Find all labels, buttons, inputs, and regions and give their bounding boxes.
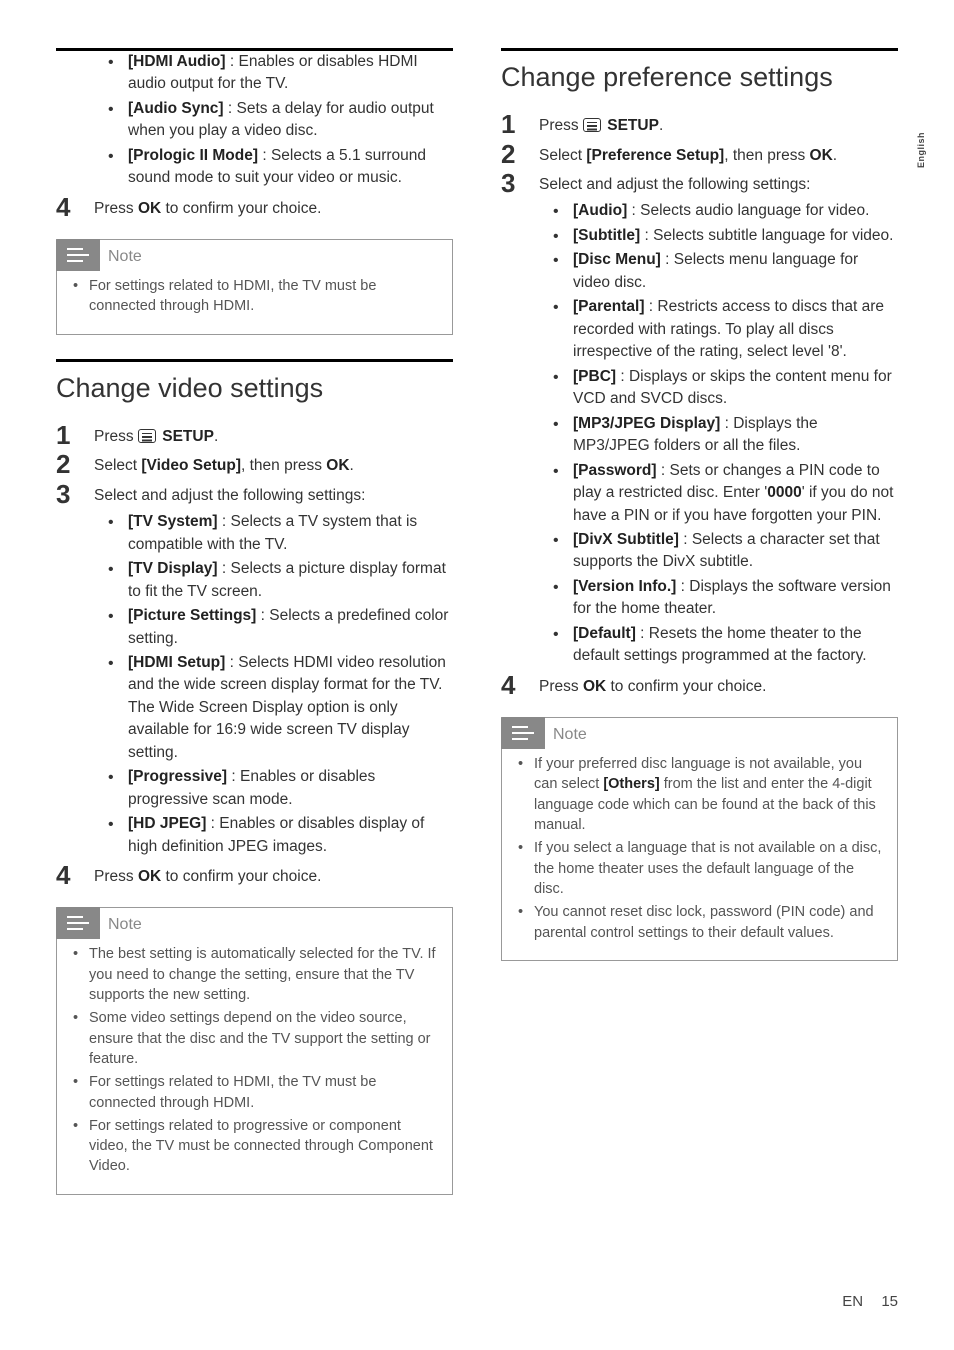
step: 3 Select and adjust the following settin… [56,481,453,861]
note-item: For settings related to HDMI, the TV mus… [71,1072,438,1113]
right-column: Change preference settings 1 Press SETUP… [501,48,898,1205]
content-columns: [HDMI Audio] : Enables or disables HDMI … [56,48,898,1205]
list-item: [Audio] : Selects audio language for vid… [539,200,898,222]
note-box-preference: Note If your preferred disc language is … [501,717,898,961]
step: 4 Press OK to confirm your choice. [56,194,453,221]
step-body: Press OK to confirm your choice. [94,862,453,888]
note-header: Note [501,717,587,749]
video-setting-bullets: [TV System] : Selects a TV system that i… [94,511,453,858]
preference-steps: 1 Press SETUP. 2 Select [Preference Setu… [501,111,898,699]
step: 2 Select [Video Setup], then press OK. [56,451,453,478]
heading-change-video-settings: Change video settings [56,359,453,404]
list-item: [DivX Subtitle] : Selects a character se… [539,529,898,574]
note-header: Note [56,239,142,271]
page-footer: EN 15 [842,1293,898,1310]
note-label: Note [553,720,587,746]
step-number: 4 [56,862,94,889]
left-column: [HDMI Audio] : Enables or disables HDMI … [56,48,453,1205]
step-body: Select and adjust the following settings… [539,170,898,670]
note-label: Note [108,242,142,268]
step-body: Select and adjust the following settings… [94,481,453,861]
note-box-audio: Note For settings related to HDMI, the T… [56,239,453,335]
note-icon [56,907,100,939]
note-header: Note [56,907,142,939]
step: 1 Press SETUP. [56,422,453,449]
list-item: [HD JPEG] : Enables or disables display … [94,813,453,858]
list-item: [Audio Sync] : Sets a delay for audio ou… [94,98,453,143]
note-item: The best setting is automatically select… [71,944,438,1005]
note-item: For settings related to HDMI, the TV mus… [71,276,438,317]
list-item: [Disc Menu] : Selects menu language for … [539,249,898,294]
step-number: 2 [56,451,94,478]
step-number: 2 [501,141,539,168]
list-item: [PBC] : Displays or skips the content me… [539,366,898,411]
heading-change-preference-settings: Change preference settings [501,48,898,93]
step-body: Press SETUP. [94,422,453,448]
note-item: Some video settings depend on the video … [71,1008,438,1069]
list-item: [Picture Settings] : Selects a predefine… [94,605,453,650]
note-item: For settings related to progressive or c… [71,1116,438,1177]
note-item: If you select a language that is not ava… [516,838,883,899]
list-item: [Subtitle] : Selects subtitle language f… [539,225,898,247]
step-body: Select [Preference Setup], then press OK… [539,141,898,167]
list-item: [TV Display] : Selects a picture display… [94,558,453,603]
step-body: Press OK to confirm your choice. [539,672,898,698]
setup-icon [138,429,156,443]
footer-lang: EN [842,1293,863,1310]
step-number: 4 [501,672,539,699]
list-item: [Parental] : Restricts access to discs t… [539,296,898,363]
step-number: 3 [56,481,94,508]
list-item: [HDMI Audio] : Enables or disables HDMI … [94,51,453,96]
note-icon [56,239,100,271]
list-item: [Default] : Resets the home theater to t… [539,623,898,668]
step: 2 Select [Preference Setup], then press … [501,141,898,168]
step-number: 1 [56,422,94,449]
step-number: 4 [56,194,94,221]
list-item: [TV System] : Selects a TV system that i… [94,511,453,556]
video-steps: 1 Press SETUP. 2 Select [Video Setup], t… [56,422,453,889]
note-item: If your preferred disc language is not a… [516,754,883,835]
footer-page-number: 15 [881,1293,898,1310]
preference-setting-bullets: [Audio] : Selects audio language for vid… [539,200,898,667]
list-item: [Progressive] : Enables or disables prog… [94,766,453,811]
step: 1 Press SETUP. [501,111,898,138]
step-body: Press OK to confirm your choice. [94,194,453,220]
setup-icon [583,118,601,132]
list-item: [HDMI Setup] : Selects HDMI video resolu… [94,652,453,764]
step-body: Select [Video Setup], then press OK. [94,451,453,477]
list-item: [Prologic II Mode] : Selects a 5.1 surro… [94,145,453,190]
step: 4 Press OK to confirm your choice. [56,862,453,889]
step: 4 Press OK to confirm your choice. [501,672,898,699]
audio-continuation-bullets: [HDMI Audio] : Enables or disables HDMI … [94,51,453,190]
step-number: 3 [501,170,539,197]
list-item: [Version Info.] : Displays the software … [539,576,898,621]
audio-step-4: 4 Press OK to confirm your choice. [56,194,453,221]
note-icon [501,717,545,749]
language-tab: English [916,132,926,168]
note-label: Note [108,910,142,936]
step-number: 1 [501,111,539,138]
note-item: You cannot reset disc lock, password (PI… [516,902,883,943]
note-box-video: Note The best setting is automatically s… [56,907,453,1194]
list-item: [Password] : Sets or changes a PIN code … [539,460,898,527]
list-item: [MP3/JPEG Display] : Displays the MP3/JP… [539,413,898,458]
step-body: Press SETUP. [539,111,898,137]
step: 3 Select and adjust the following settin… [501,170,898,670]
